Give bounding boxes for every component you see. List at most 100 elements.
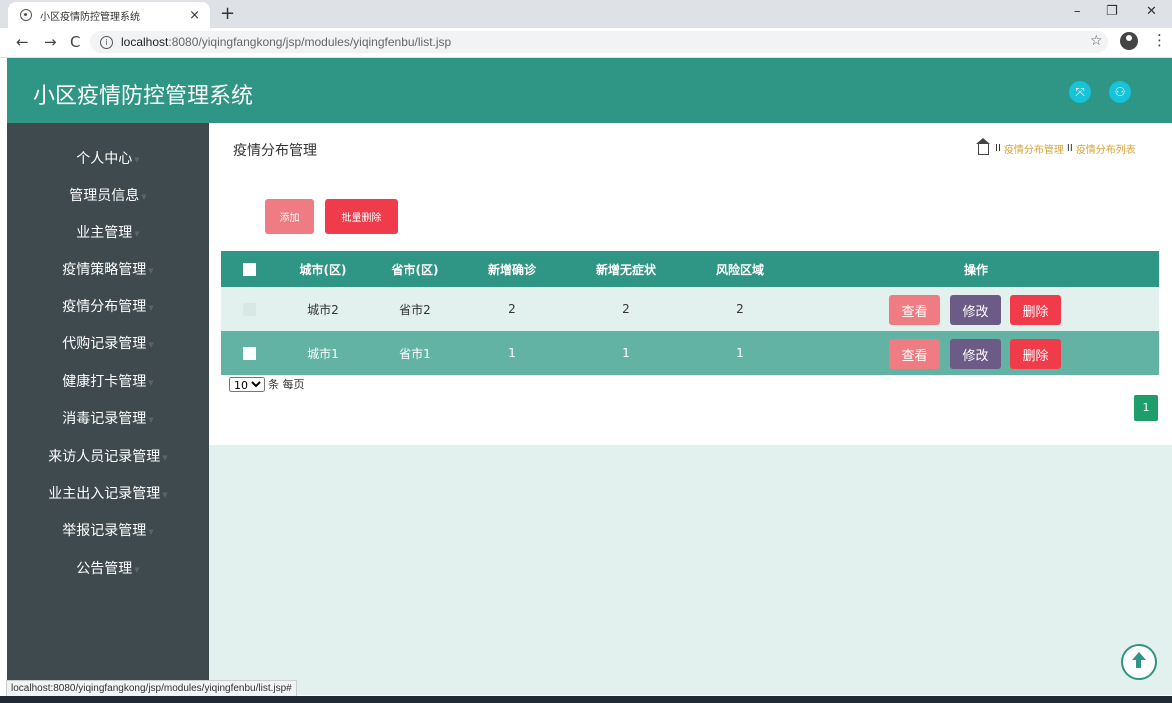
os-taskbar [0,696,1172,703]
url-path: :8080/yiqingfangkong/jsp/modules/yiqingf… [168,35,452,49]
row-checkbox[interactable] [243,302,256,316]
header-confirmed: 新增确诊 [487,262,536,277]
tab-close-icon[interactable]: × [189,8,200,23]
page-size-select[interactable]: 10 [229,376,265,392]
cell-risk-area: 1 [736,346,744,360]
sidebar-item-admin-info[interactable]: 管理员信息 ▼ [7,180,209,210]
sidebar-item-announcements[interactable]: 公告管理 ▼ [7,553,209,583]
app-header: 小区疫情防控管理系统 ⤧ ⚇ [7,58,1172,123]
sidebar-item-label: 管理员信息 [69,188,140,204]
close-window-button[interactable]: ✕ [1146,4,1157,19]
sidebar-item-report-records[interactable]: 举报记录管理 ▼ [7,515,209,545]
new-tab-button[interactable]: + [220,3,235,24]
sidebar-item-health-checkin[interactable]: 健康打卡管理 ▼ [7,366,209,396]
cell-city: 城市1 [307,346,339,361]
sidebar-item-purchase-records[interactable]: 代购记录管理 ▼ [7,328,209,358]
scroll-to-top-icon[interactable] [1121,644,1157,680]
sidebar-item-label: 个人中心 [76,151,133,167]
cell-city: 城市2 [307,302,339,317]
chevron-down-icon: ▼ [134,230,140,238]
chevron-down-icon: ▼ [148,341,154,349]
sidebar-item-label: 业主管理 [76,225,133,241]
table-row: 城市1 省市1 1 1 1 查看 修改 删除 [221,331,1159,375]
sidebar-item-label: 疫情策略管理 [62,262,147,278]
tab-title: 小区疫情防控管理系统 [40,11,140,23]
home-icon[interactable] [976,138,990,155]
sidebar-item-label: 业主出入记录管理 [48,486,161,502]
status-bar-url: localhost:8080/yiqingfangkong/jsp/module… [6,680,297,697]
breadcrumb-item-distribution[interactable]: 疫情分布管理 [1004,141,1064,156]
edit-button[interactable]: 修改 [950,339,1001,369]
chevron-down-icon: ▼ [148,304,154,312]
chevron-down-icon: ▼ [148,528,154,536]
sidebar-item-label: 疫情分布管理 [62,299,147,315]
sidebar-item-label: 举报记录管理 [62,523,147,539]
sidebar-item-label: 健康打卡管理 [62,374,147,390]
sidebar-item-disinfection-records[interactable]: 消毒记录管理 ▼ [7,403,209,433]
page-size-suffix: 条 每页 [268,378,305,391]
address-bar: ← → C i localhost:8080/yiqingfangkong/js… [0,28,1172,58]
header-actions: 操作 [963,262,988,277]
chevron-down-icon: ▼ [148,379,154,387]
chevron-down-icon: ▼ [134,566,140,574]
edit-button[interactable]: 修改 [950,295,1001,325]
browser-tabbar: 小区疫情防控管理系统 × + – ❐ ✕ [0,0,1172,28]
chevron-down-icon: ▼ [162,454,168,462]
user-icon[interactable]: ⚇ [1109,81,1131,103]
page-title: 疫情分布管理 [233,143,317,159]
cell-risk-area: 2 [736,302,744,316]
chevron-down-icon: ▼ [134,156,140,164]
app-title: 小区疫情防控管理系统 [33,84,254,109]
breadcrumb-separator: II [995,143,1001,154]
browser-menu-icon[interactable]: ⋮ [1152,31,1167,49]
bulk-delete-button[interactable]: 批量删除 [325,199,398,234]
chevron-down-icon: ▼ [148,416,154,424]
delete-button[interactable]: 删除 [1010,295,1061,325]
pagination-page-1[interactable]: 1 [1134,395,1158,421]
delete-button[interactable]: 删除 [1010,339,1061,369]
sidebar-item-personal-center[interactable]: 个人中心 ▼ [7,143,209,173]
browser-tab[interactable]: 小区疫情防控管理系统 × [8,2,210,28]
url-host: localhost [121,35,169,49]
chevron-down-icon: ▼ [162,491,168,499]
maximize-button[interactable]: ❐ [1106,4,1118,19]
breadcrumb-item-list[interactable]: 疫情分布列表 [1076,141,1136,156]
view-button[interactable]: 查看 [889,339,940,369]
chevron-down-icon: ▼ [148,267,154,275]
header-risk-area: 风险区域 [715,262,764,277]
cell-asymptomatic: 2 [622,302,630,316]
profile-icon[interactable] [1120,32,1138,50]
breadcrumb: II 疫情分布管理 II 疫情分布列表 [976,138,1136,156]
sidebar-item-epidemic-policy[interactable]: 疫情策略管理 ▼ [7,254,209,284]
sidebar-item-epidemic-distribution[interactable]: 疫情分布管理 ▼ [7,291,209,321]
table-row: 城市2 省市2 2 2 2 查看 修改 删除 [221,287,1159,331]
sidebar-item-visitor-records[interactable]: 来访人员记录管理 ▼ [7,441,209,471]
cell-province: 省市1 [399,346,431,361]
sidebar-item-label: 代购记录管理 [62,336,147,352]
info-icon[interactable]: i [100,35,113,49]
chevron-down-icon: ▼ [141,193,147,201]
add-button[interactable]: 添加 [265,199,314,234]
site-favicon-icon [20,9,32,21]
row-checkbox[interactable] [243,346,256,360]
breadcrumb-separator: II [1066,143,1073,154]
fullscreen-icon[interactable]: ⤧ [1069,81,1091,103]
forward-button[interactable]: → [44,33,57,51]
sidebar-item-label: 消毒记录管理 [62,411,147,427]
bookmark-star-icon[interactable]: ☆ [1090,33,1103,49]
reload-button[interactable]: C [70,33,80,51]
select-all-checkbox[interactable] [243,262,256,276]
back-button[interactable]: ← [16,33,29,51]
header-city: 城市(区) [299,262,347,277]
header-province: 省市(区) [391,262,439,277]
sidebar-item-owners[interactable]: 业主管理 ▼ [7,217,209,247]
cell-province: 省市2 [399,302,431,317]
table-header-row: 城市(区) 省市(区) 新增确诊 新增无症状 风险区域 操作 [221,251,1159,287]
view-button[interactable]: 查看 [889,295,940,325]
header-asymptomatic: 新增无症状 [595,262,656,277]
minimize-button[interactable]: – [1074,4,1081,19]
sidebar: 个人中心 ▼ 管理员信息 ▼ 业主管理 ▼ 疫情策略管理 ▼ 疫情分布管理 ▼ 代购记录管… [7,123,209,695]
sidebar-item-owner-access-records[interactable]: 业主出入记录管理 ▼ [7,478,209,508]
url-field[interactable]: i localhost:8080/yiqingfangkong/jsp/modu… [90,31,1108,53]
cell-confirmed: 1 [508,346,516,360]
